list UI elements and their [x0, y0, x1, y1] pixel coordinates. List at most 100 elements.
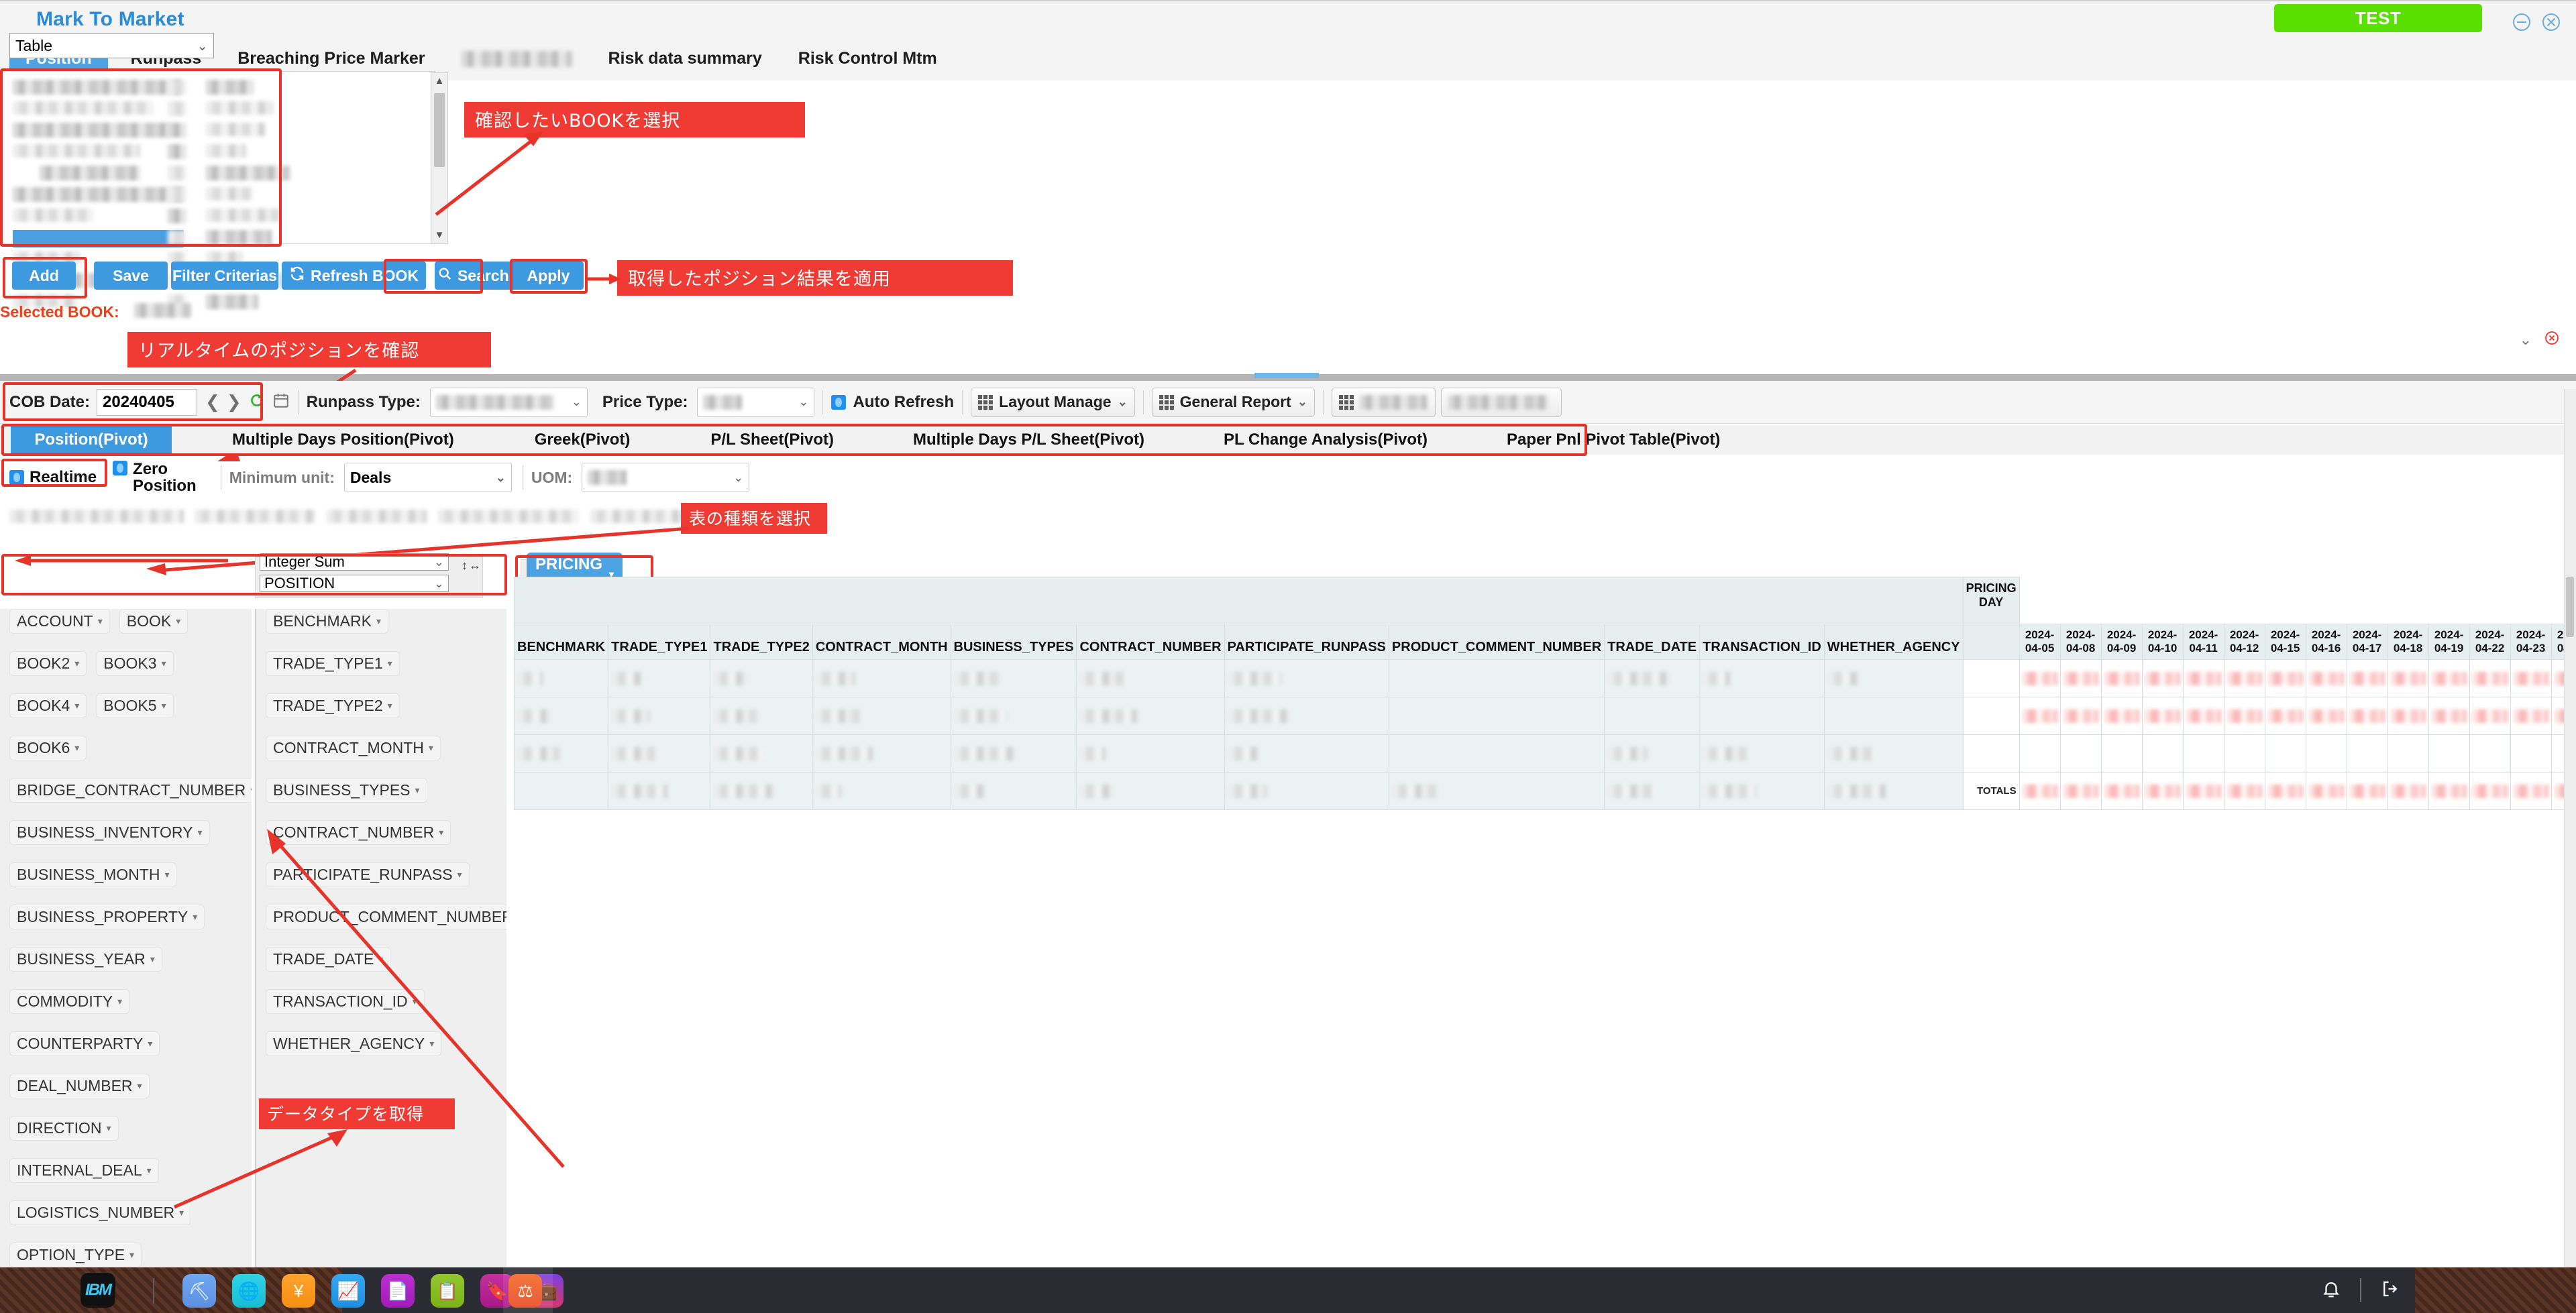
table-cell[interactable] [1823, 659, 1964, 697]
price-type-select[interactable]: ⌄ [697, 387, 815, 417]
table-cell[interactable] [710, 734, 813, 773]
table-cell-value[interactable] [2305, 697, 2347, 735]
table-cell-value[interactable] [2019, 772, 2061, 810]
table-cell[interactable] [1076, 734, 1225, 773]
table-cell-value[interactable] [2182, 697, 2224, 735]
scroll-down-arrow-icon[interactable]: ▼ [431, 227, 447, 242]
uom-select[interactable]: ⌄ [582, 463, 750, 492]
book-selection-list[interactable] [3, 71, 435, 309]
field-pill-commodity[interactable]: COMMODITY ▾ [9, 989, 130, 1014]
table-cell-value[interactable] [2387, 659, 2429, 697]
extra-button-1[interactable] [1331, 387, 1436, 417]
cob-date-input[interactable]: 20240405 [97, 388, 198, 416]
table-row[interactable] [513, 697, 2576, 735]
table-cell[interactable] [1699, 772, 1825, 810]
table-cell-value[interactable] [2428, 697, 2470, 735]
table-cell-value[interactable] [2346, 659, 2388, 697]
panel-drag-handle[interactable] [1254, 373, 1319, 378]
table-cell-value[interactable] [2346, 697, 2388, 735]
calendar-icon[interactable] [272, 392, 290, 412]
field-pill-book[interactable]: BOOK ▾ [119, 609, 189, 634]
chevron-down-icon[interactable]: ⌄ [2520, 331, 2532, 349]
table-cell[interactable] [1388, 697, 1605, 735]
field-pill-internal-deal[interactable]: INTERNAL_DEAL ▾ [9, 1158, 159, 1183]
refresh-book-button[interactable]: Refresh BOOK [282, 262, 426, 290]
table-cell-value[interactable] [2264, 659, 2306, 697]
pivot-date-col-2024-04-08[interactable]: 2024- 04-08 [2059, 624, 2102, 660]
document-icon[interactable]: 📄 [381, 1274, 415, 1308]
table-cell-value[interactable] [2305, 772, 2347, 810]
table-cell[interactable] [1224, 659, 1389, 697]
field-pill-account[interactable]: ACCOUNT ▾ [9, 609, 110, 634]
add-button[interactable]: Add [12, 262, 76, 290]
field-pill-book4[interactable]: BOOK4 ▾ [9, 693, 87, 718]
table-cell[interactable] [608, 659, 711, 697]
book-list-item-selected[interactable] [13, 230, 194, 247]
table-cell-value[interactable] [2510, 772, 2552, 810]
table-cell[interactable] [1699, 659, 1825, 697]
resize-horizontal-icon[interactable]: ↔ [469, 559, 481, 573]
pivot-date-col-2024-04-11[interactable]: 2024- 04-11 [2182, 624, 2224, 660]
table-cell-value[interactable] [2305, 734, 2347, 773]
nav-tab-breaching-price-marker[interactable]: Breaching Price Marker [224, 45, 438, 72]
table-cell-value[interactable] [2019, 697, 2061, 735]
pivot-date-col-2024-04-16[interactable]: 2024- 04-16 [2305, 624, 2347, 660]
table-cell[interactable] [608, 772, 711, 810]
minimum-unit-select[interactable]: Deals ⌄ [343, 463, 512, 492]
table-cell[interactable] [710, 659, 813, 697]
table-cell[interactable] [1823, 697, 1964, 735]
table-cell-value[interactable] [2141, 659, 2184, 697]
pivot-date-col-2024-04-22[interactable]: 2024- 04-22 [2469, 624, 2511, 660]
table-cell[interactable] [812, 659, 951, 697]
pivot-col-contract-month[interactable]: CONTRACT_MONTH [812, 624, 951, 660]
table-cell[interactable] [1388, 772, 1605, 810]
table-row[interactable]: TOTALS [513, 772, 2576, 810]
table-row[interactable] [513, 734, 2576, 773]
chart-growth-icon[interactable]: 📈 [331, 1274, 365, 1308]
table-cell[interactable] [1604, 697, 1701, 735]
logout-icon[interactable] [2380, 1279, 2400, 1302]
field-pill-book6[interactable]: BOOK6 ▾ [9, 736, 87, 760]
table-cell-value[interactable] [2141, 772, 2184, 810]
table-cell[interactable] [513, 697, 609, 735]
table-cell[interactable] [1604, 659, 1701, 697]
field-pill-bridge-contract-number[interactable]: BRIDGE_CONTRACT_NUMBER ▾ [9, 778, 252, 803]
table-cell-value[interactable] [2059, 659, 2102, 697]
field-pill-benchmark[interactable]: BENCHMARK ▾ [266, 609, 388, 634]
refresh-circle-icon[interactable] [248, 392, 266, 412]
tab-position-pivot[interactable]: Position(Pivot) [11, 426, 172, 454]
start-button[interactable]: IBM [80, 1273, 115, 1308]
filter-criterias-button[interactable]: Filter Criterias [171, 262, 278, 290]
table-cell-value[interactable] [2019, 734, 2061, 773]
pivot-date-col-2024-04-12[interactable]: 2024- 04-12 [2223, 624, 2265, 660]
table-cell-value[interactable] [2223, 772, 2265, 810]
table-row[interactable] [513, 659, 2576, 697]
pivot-col-product-comment-number[interactable]: PRODUCT_COMMENT_NUMBER [1388, 624, 1605, 660]
scrollbar-thumb[interactable] [2566, 577, 2574, 637]
realtime-checkbox[interactable]: Realtime [9, 468, 97, 487]
oil-rig-icon[interactable]: ⛏ [182, 1274, 216, 1308]
nav-tab-risk-control-mtm[interactable]: Risk Control Mtm [785, 45, 951, 72]
pivot-col-business-types[interactable]: BUSINESS_TYPES [950, 624, 1077, 660]
scales-icon[interactable]: ⚖ [508, 1274, 542, 1308]
table-cell-value[interactable] [2305, 659, 2347, 697]
table-cell-value[interactable] [2223, 659, 2265, 697]
table-cell-value[interactable] [2100, 772, 2143, 810]
yen-icon[interactable]: ¥ [282, 1274, 315, 1308]
tab-pl-change-analysis-pivot[interactable]: PL Change Analysis(Pivot) [1224, 431, 1428, 449]
table-cell[interactable] [1823, 772, 1964, 810]
table-cell[interactable] [608, 734, 711, 773]
pivot-date-col-2024-04-19[interactable]: 2024- 04-19 [2428, 624, 2470, 660]
table-cell[interactable] [1604, 734, 1701, 773]
bell-icon[interactable] [2321, 1279, 2341, 1302]
table-cell[interactable] [950, 772, 1077, 810]
zero-position-checkbox[interactable]: Zero Position [113, 461, 197, 494]
field-pill-direction[interactable]: DIRECTION ▾ [9, 1116, 119, 1141]
table-cell[interactable] [1388, 734, 1605, 773]
table-cell[interactable] [812, 772, 951, 810]
table-cell-value[interactable] [2387, 697, 2429, 735]
pivot-col-participate-runpass[interactable]: PARTICIPATE_RUNPASS [1224, 624, 1389, 660]
table-cell-value[interactable] [2428, 659, 2470, 697]
pivot-date-col-2024-04-10[interactable]: 2024- 04-10 [2141, 624, 2184, 660]
table-cell[interactable] [1076, 772, 1225, 810]
